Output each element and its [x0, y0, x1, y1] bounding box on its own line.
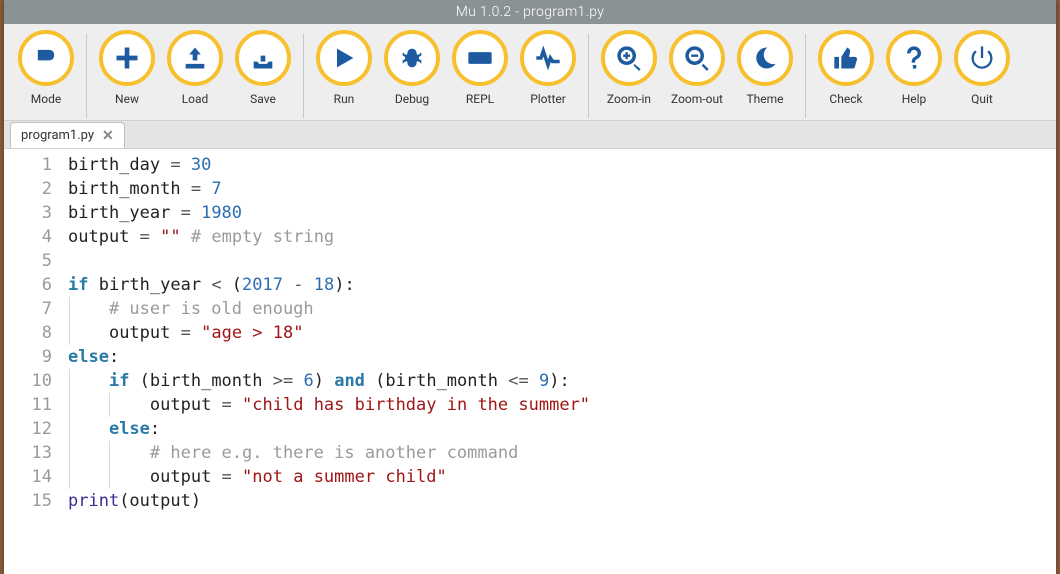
tab-program1[interactable]: program1.py ✕: [10, 122, 125, 148]
zoom-out-button[interactable]: Zoom-out: [663, 28, 731, 106]
mode-icon: [18, 30, 74, 86]
load-button[interactable]: Load: [161, 28, 229, 106]
check-button-label: Check: [829, 92, 862, 106]
line-gutter: 123456789101112131415: [4, 149, 62, 574]
code-line: else:: [68, 345, 1056, 369]
quit-button-label: Quit: [971, 92, 993, 106]
help-button-label: Help: [902, 92, 927, 106]
check-button[interactable]: Check: [812, 28, 880, 106]
code-line: output = "not a summer child": [68, 465, 1056, 489]
code-line: output = "age > 18": [68, 321, 1056, 345]
close-icon[interactable]: ✕: [102, 128, 114, 144]
play-icon: [316, 30, 372, 86]
debug-button-label: Debug: [395, 92, 429, 106]
pulse-icon: [520, 30, 576, 86]
mode-button-label: Mode: [31, 92, 61, 106]
repl-button-label: REPL: [466, 92, 494, 106]
run-button[interactable]: Run: [310, 28, 378, 106]
run-button-label: Run: [334, 92, 355, 106]
window-title: Mu 1.0.2 - program1.py: [4, 0, 1056, 24]
theme-button-label: Theme: [746, 92, 783, 106]
new-button-label: New: [115, 92, 139, 106]
code-line: # here e.g. there is another command: [68, 441, 1056, 465]
power-icon: [954, 30, 1010, 86]
tab-bar: program1.py ✕: [4, 121, 1056, 149]
code-area[interactable]: birth_day = 30birth_month = 7birth_year …: [62, 149, 1056, 574]
plotter-button[interactable]: Plotter: [514, 28, 582, 106]
code-line: output = "child has birthday in the summ…: [68, 393, 1056, 417]
code-line: print(output): [68, 489, 1056, 513]
code-editor[interactable]: 123456789101112131415 birth_day = 30birt…: [4, 149, 1056, 574]
code-line: # user is old enough: [68, 297, 1056, 321]
load-button-label: Load: [182, 92, 209, 106]
tab-label: program1.py: [21, 128, 94, 143]
bug-icon: [384, 30, 440, 86]
theme-button[interactable]: Theme: [731, 28, 799, 106]
toolbar: Mode New Load Save Run Debug REPL Plotter Zoom-i…: [4, 24, 1056, 121]
code-line: birth_year = 1980: [68, 201, 1056, 225]
question-icon: [886, 30, 942, 86]
debug-button[interactable]: Debug: [378, 28, 446, 106]
zoom-in-icon: [601, 30, 657, 86]
moon-icon: [737, 30, 793, 86]
zoom-in-button-label: Zoom-in: [607, 92, 651, 106]
help-button[interactable]: Help: [880, 28, 948, 106]
code-line: birth_day = 30: [68, 153, 1056, 177]
keyboard-icon: [452, 30, 508, 86]
code-line: birth_month = 7: [68, 177, 1056, 201]
plotter-button-label: Plotter: [530, 92, 566, 106]
zoom-out-button-label: Zoom-out: [671, 92, 723, 106]
quit-button[interactable]: Quit: [948, 28, 1016, 106]
mode-button[interactable]: Mode: [12, 28, 80, 106]
new-button[interactable]: New: [93, 28, 161, 106]
code-line: else:: [68, 417, 1056, 441]
load-icon: [167, 30, 223, 86]
code-line: if (birth_month >= 6) and (birth_month <…: [68, 369, 1056, 393]
code-line: if birth_year < (2017 - 18):: [68, 273, 1056, 297]
thumb-icon: [818, 30, 874, 86]
zoom-out-icon: [669, 30, 725, 86]
code-line: output = "" # empty string: [68, 225, 1056, 249]
zoom-in-button[interactable]: Zoom-in: [595, 28, 663, 106]
repl-button[interactable]: REPL: [446, 28, 514, 106]
save-icon: [235, 30, 291, 86]
code-line: [68, 249, 1056, 273]
save-button-label: Save: [250, 92, 276, 106]
save-button[interactable]: Save: [229, 28, 297, 106]
plus-icon: [99, 30, 155, 86]
